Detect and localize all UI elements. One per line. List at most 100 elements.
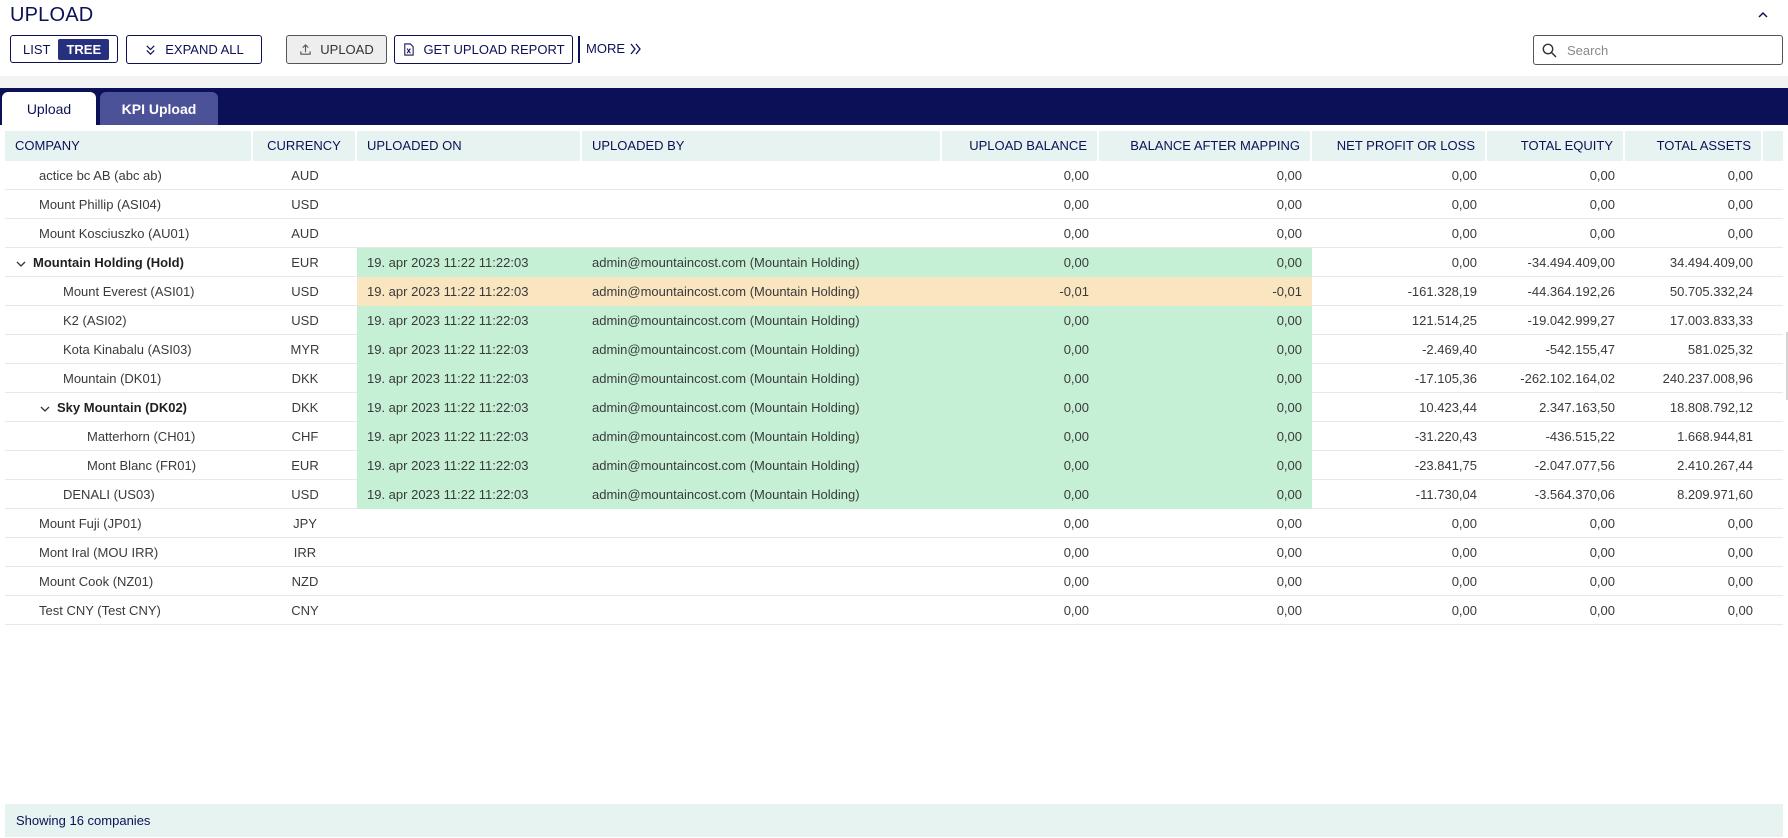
table-row[interactable]: DENALI (US03) USD 19. apr 2023 11:22 11:22… xyxy=(5,480,1783,509)
table-row[interactable]: Mount Fuji (JP01) JPY 0,00 0,00 0,00 0,00 0,00 xyxy=(5,509,1783,538)
upload-balance-cell: 0,00 xyxy=(1063,545,1089,560)
column-header-currency[interactable]: CURRENCY xyxy=(253,131,357,161)
table-row[interactable]: Mont Iral (MOU IRR) IRR 0,00 0,00 0,00 0,00 0,… xyxy=(5,538,1783,567)
table-row[interactable]: actice bc AB (abc ab) AUD 0,00 0,00 0,00 0,00… xyxy=(5,161,1783,190)
chevron-down-icon[interactable] xyxy=(15,258,27,270)
currency-cell: USD xyxy=(291,487,319,502)
company-name: Mount Phillip (ASI04) xyxy=(39,197,162,212)
table-row[interactable]: Kota Kinabalu (ASI03) MYR 19. apr 2023 11:… xyxy=(5,335,1783,364)
tab-upload[interactable]: Upload xyxy=(2,92,96,125)
tree-view-button[interactable]: TREE xyxy=(58,38,110,60)
table-row[interactable]: K2 (ASI02) USD 19. apr 2023 11:22 11:22:03… xyxy=(5,306,1783,335)
total-assets-cell: 0,00 xyxy=(1727,603,1753,618)
uploaded-by-cell: admin@mountaincost.com (Mountain Holding… xyxy=(592,400,860,415)
total-equity-cell: 0,00 xyxy=(1589,226,1615,241)
company-name: Mount Fuji (JP01) xyxy=(39,516,142,531)
table-row[interactable]: Test CNY (Test CNY) CNY 0,00 0,00 0,00 0,00 0,… xyxy=(5,596,1783,625)
table-footer: Showing 16 companies xyxy=(5,804,1783,837)
get-upload-report-label: GET UPLOAD REPORT xyxy=(423,42,565,57)
uploaded-on-cell: 19. apr 2023 11:22 11:22:03 xyxy=(367,284,529,299)
table-row[interactable]: Sky Mountain (DK02) DKK 19. apr 2023 11:22… xyxy=(5,393,1783,422)
net-profit-cell: 0,00 xyxy=(1451,574,1477,589)
upload-button[interactable]: UPLOAD xyxy=(286,35,387,64)
column-header-balance-after-mapping[interactable]: BALANCE AFTER MAPPING xyxy=(1099,131,1312,161)
currency-cell: IRR xyxy=(293,545,317,560)
uploaded-by-cell: admin@mountaincost.com (Mountain Holding… xyxy=(592,342,860,357)
balance-after-mapping-cell: 0,00 xyxy=(1276,400,1302,415)
company-name: actice bc AB (abc ab) xyxy=(39,168,162,183)
more-button[interactable]: MORE xyxy=(586,41,643,56)
column-header-net-profit-or-loss[interactable]: NET PROFIT OR LOSS xyxy=(1312,131,1487,161)
uploaded-by-cell: admin@mountaincost.com (Mountain Holding… xyxy=(592,458,860,473)
net-profit-cell: 0,00 xyxy=(1451,255,1477,270)
table-row[interactable]: Mont Blanc (FR01) EUR 19. apr 2023 11:22 1… xyxy=(5,451,1783,480)
currency-cell: USD xyxy=(291,313,319,328)
company-name: K2 (ASI02) xyxy=(63,313,127,328)
balance-after-mapping-cell: -0,01 xyxy=(1272,284,1302,299)
uploaded-on-cell: 19. apr 2023 11:22 11:22:03 xyxy=(367,313,529,328)
search-box[interactable] xyxy=(1533,35,1783,65)
balance-after-mapping-cell: 0,00 xyxy=(1276,342,1302,357)
search-input[interactable] xyxy=(1565,41,1769,59)
upload-balance-cell: 0,00 xyxy=(1063,342,1089,357)
tab-kpi-upload[interactable]: KPI Upload xyxy=(100,92,218,125)
table-row[interactable]: Mountain (DK01) DKK 19. apr 2023 11:22 11:… xyxy=(5,364,1783,393)
table-row[interactable]: Matterhorn (CH01) CHF 19. apr 2023 11:22 1… xyxy=(5,422,1783,451)
column-header-uploaded-on[interactable]: UPLOADED ON xyxy=(357,131,582,161)
total-equity-cell: -2.047.077,56 xyxy=(1534,458,1615,473)
company-name: Mount Everest (ASI01) xyxy=(63,284,195,299)
table-row[interactable]: Mount Kosciuszko (AU01) AUD 0,00 0,00 0,00 0,… xyxy=(5,219,1783,248)
chevron-up-icon[interactable] xyxy=(1756,8,1770,22)
column-header-total-equity[interactable]: TOTAL EQUITY xyxy=(1487,131,1625,161)
currency-cell: CHF xyxy=(291,429,319,444)
list-view-button[interactable]: LIST xyxy=(15,39,58,60)
expand-all-button[interactable]: EXPAND ALL xyxy=(126,35,262,64)
company-name: Mount Cook (NZ01) xyxy=(39,574,154,589)
column-header-uploaded-by[interactable]: UPLOADED BY xyxy=(582,131,942,161)
upload-balance-cell: 0,00 xyxy=(1063,226,1089,241)
uploaded-by-cell: admin@mountaincost.com (Mountain Holding… xyxy=(592,313,860,328)
company-name: DENALI (US03) xyxy=(63,487,155,502)
currency-cell: USD xyxy=(291,197,319,212)
uploaded-on-cell: 19. apr 2023 11:22 11:22:03 xyxy=(367,371,529,386)
currency-cell: AUD xyxy=(291,226,319,241)
company-name: Mount Kosciuszko (AU01) xyxy=(39,226,190,241)
balance-after-mapping-cell: 0,00 xyxy=(1276,226,1302,241)
upload-balance-cell: 0,00 xyxy=(1063,400,1089,415)
table-row[interactable]: Mountain Holding (Hold) EUR 19. apr 2023 1… xyxy=(5,248,1783,277)
net-profit-cell: 10.423,44 xyxy=(1419,400,1477,415)
more-label: MORE xyxy=(586,41,625,56)
currency-cell: USD xyxy=(291,284,319,299)
company-cell: K2 (ASI02) xyxy=(5,306,253,335)
upload-balance-cell: 0,00 xyxy=(1063,313,1089,328)
upload-balance-cell: 0,00 xyxy=(1063,458,1089,473)
total-assets-cell: 0,00 xyxy=(1727,574,1753,589)
get-upload-report-button[interactable]: GET UPLOAD REPORT xyxy=(394,35,573,64)
table-row[interactable]: Mount Everest (ASI01) USD 19. apr 2023 11:… xyxy=(5,277,1783,306)
total-equity-cell: -542.155,47 xyxy=(1545,342,1615,357)
upload-balance-cell: 0,00 xyxy=(1063,516,1089,531)
balance-after-mapping-cell: 0,00 xyxy=(1276,429,1302,444)
uploaded-on-cell xyxy=(357,567,582,596)
company-cell: Mount Cook (NZ01) xyxy=(5,567,253,596)
total-assets-cell: 17.003.833,33 xyxy=(1669,313,1753,328)
uploaded-by-cell xyxy=(582,538,942,567)
net-profit-cell: 0,00 xyxy=(1451,226,1477,241)
total-equity-cell: -34.494.409,00 xyxy=(1527,255,1615,270)
net-profit-cell: -31.220,43 xyxy=(1414,429,1477,444)
column-header-company[interactable]: COMPANY xyxy=(5,131,253,161)
column-header-upload-balance[interactable]: UPLOAD BALANCE xyxy=(942,131,1099,161)
table-row[interactable]: Mount Cook (NZ01) NZD 0,00 0,00 0,00 0,00 0,00 xyxy=(5,567,1783,596)
currency-cell: CNY xyxy=(291,603,319,618)
table-row[interactable]: Mount Phillip (ASI04) USD 0,00 0,00 0,00 0,00… xyxy=(5,190,1783,219)
company-name: Kota Kinabalu (ASI03) xyxy=(63,342,192,357)
net-profit-cell: 0,00 xyxy=(1451,516,1477,531)
column-header-total-assets[interactable]: TOTAL ASSETS xyxy=(1625,131,1763,161)
total-equity-cell: 0,00 xyxy=(1589,168,1615,183)
balance-after-mapping-cell: 0,00 xyxy=(1276,371,1302,386)
uploaded-by-cell xyxy=(582,161,942,190)
chevron-down-icon[interactable] xyxy=(39,403,51,415)
double-chevron-down-icon xyxy=(146,45,155,55)
net-profit-cell: 0,00 xyxy=(1451,168,1477,183)
table-header: COMPANY CURRENCY UPLOADED ON UPLOADED BY… xyxy=(5,131,1783,161)
